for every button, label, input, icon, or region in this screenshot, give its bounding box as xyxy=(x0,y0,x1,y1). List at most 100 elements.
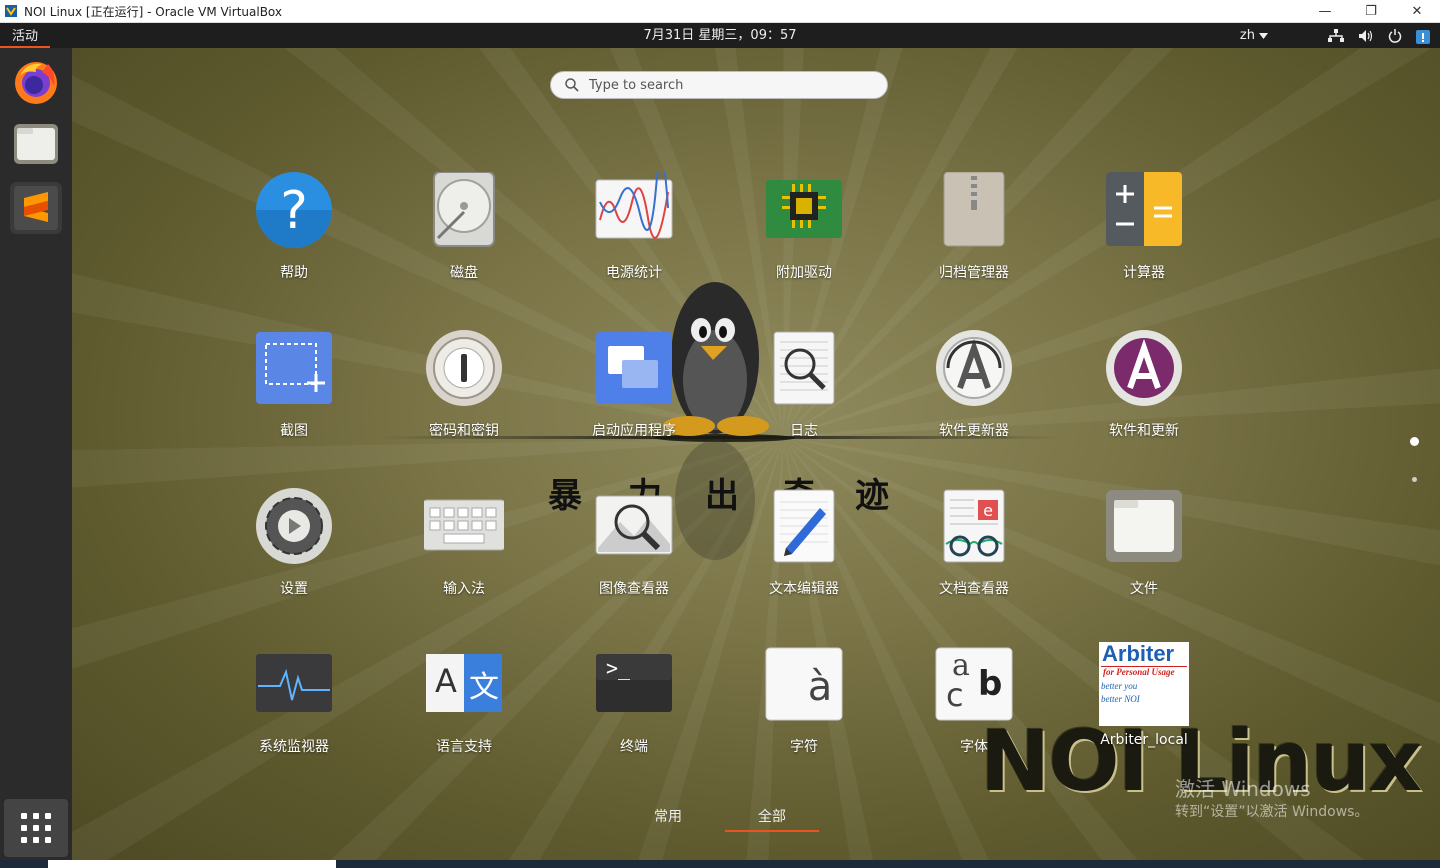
fonts-icon: a b c xyxy=(934,646,1014,726)
activities-button[interactable]: 活动 xyxy=(0,23,50,48)
app-label: 磁盘 xyxy=(450,265,478,281)
host-taskbar-strip xyxy=(0,860,1440,868)
app-system-monitor[interactable]: 系统监视器 xyxy=(214,646,374,756)
terminal-icon: >_ xyxy=(594,646,674,726)
minimize-button[interactable]: — xyxy=(1302,0,1348,23)
app-power-statistics[interactable]: 电源统计 xyxy=(554,157,714,282)
app-label: 字符 xyxy=(790,739,818,755)
restore-button[interactable]: ❐ xyxy=(1348,0,1394,23)
app-logs[interactable]: 日志 xyxy=(724,330,884,440)
app-label: 密码和密钥 xyxy=(429,423,499,439)
archive-manager-icon xyxy=(934,171,1014,252)
input-method-icon xyxy=(421,488,507,568)
search-input[interactable]: Type to search xyxy=(550,71,888,99)
app-arbiter-local[interactable]: Arbiter for Personal Usage better you be… xyxy=(1064,642,1224,748)
app-archive-manager[interactable]: 归档管理器 xyxy=(894,171,1054,282)
app-label: 日志 xyxy=(790,423,818,439)
app-input-method[interactable]: 输入法 xyxy=(384,488,544,598)
clock-label[interactable]: 7月31日 星期三，09：57 xyxy=(643,28,796,43)
tab-frequent-label: 常用 xyxy=(654,809,682,825)
app-terminal[interactable]: >_ 终端 xyxy=(554,646,714,756)
app-characters[interactable]: à 字符 xyxy=(724,646,884,756)
app-screenshot[interactable]: 截图 xyxy=(214,330,374,440)
app-software-updater[interactable]: 软件更新器 xyxy=(894,330,1054,440)
app-label: 截图 xyxy=(280,423,308,439)
app-language-support[interactable]: A 文 语言支持 xyxy=(384,646,544,756)
arbiter-logo-line2: better you xyxy=(1101,681,1138,691)
firefox-icon xyxy=(15,62,57,104)
app-label: 设置 xyxy=(280,581,308,597)
clock: 7月31日 星期三，09：57 xyxy=(0,23,1440,48)
software-updater-icon xyxy=(934,330,1014,410)
app-label: 字体 xyxy=(960,739,988,755)
arbiter-logo-line1: for Personal Usage xyxy=(1101,666,1187,677)
app-document-viewer[interactable]: e 文档查看器 xyxy=(894,488,1054,598)
image-viewer-icon xyxy=(594,488,674,568)
app-software-and-updates[interactable]: 软件和更新 xyxy=(1064,330,1224,440)
app-label: 归档管理器 xyxy=(939,265,1009,281)
system-monitor-icon xyxy=(254,646,334,726)
language-support-icon: A 文 xyxy=(424,646,504,726)
notification-icon[interactable] xyxy=(1416,28,1430,44)
close-button[interactable]: ✕ xyxy=(1394,0,1440,23)
tab-all[interactable]: 全部 xyxy=(725,806,819,832)
volume-icon[interactable] xyxy=(1358,29,1374,43)
activities-label: 活动 xyxy=(11,29,38,44)
language-glyph-right: 文 xyxy=(469,670,499,705)
arbiter-logo-line3: better NOI xyxy=(1101,694,1140,704)
chevron-down-icon xyxy=(1259,32,1268,39)
page-dot[interactable] xyxy=(1412,477,1417,482)
dock-item-firefox[interactable] xyxy=(10,56,62,108)
logs-icon xyxy=(764,330,844,410)
system-tray: zh xyxy=(1240,23,1430,48)
language-label: zh xyxy=(1239,28,1255,43)
app-text-editor[interactable]: 文本编辑器 xyxy=(724,488,884,598)
files-icon xyxy=(14,124,58,164)
app-label: 输入法 xyxy=(443,581,485,597)
app-label: 终端 xyxy=(620,739,648,755)
app-files[interactable]: 文件 xyxy=(1064,488,1224,598)
page-dot-active[interactable] xyxy=(1410,437,1419,446)
virtualbox-icon xyxy=(4,4,18,18)
show-applications-button[interactable] xyxy=(4,799,68,857)
disk-icon xyxy=(424,171,504,252)
app-disks[interactable]: 磁盘 xyxy=(384,171,544,282)
text-editor-icon xyxy=(764,488,844,568)
software-updates-icon xyxy=(1104,330,1184,410)
calculator-icon xyxy=(1104,172,1184,252)
app-label: 软件更新器 xyxy=(939,423,1009,439)
app-label: 电源统计 xyxy=(606,265,662,281)
help-icon: ? xyxy=(254,172,334,252)
app-image-viewer[interactable]: 图像查看器 xyxy=(554,488,714,598)
screenshot-icon xyxy=(254,330,334,410)
power-icon[interactable] xyxy=(1388,28,1402,43)
app-passwords-keys[interactable]: 密码和密钥 xyxy=(384,330,544,440)
network-icon[interactable] xyxy=(1328,28,1344,43)
app-label: 启动应用程序 xyxy=(592,423,676,439)
app-label: Arbiter_local xyxy=(1100,732,1188,748)
app-label: 附加驱动 xyxy=(776,265,832,281)
activation-subtitle: 转到“设置”以激活 Windows。 xyxy=(1175,804,1369,820)
app-startup-applications[interactable]: 启动应用程序 xyxy=(554,330,714,440)
characters-icon: à xyxy=(764,646,844,726)
arbiter-logo-title: Arbiter xyxy=(1102,641,1175,666)
svg-text:?: ? xyxy=(280,181,308,241)
language-indicator[interactable]: zh xyxy=(1240,28,1268,43)
tab-frequent[interactable]: 常用 xyxy=(640,806,696,826)
app-label: 文件 xyxy=(1130,581,1158,597)
dock-item-files[interactable] xyxy=(10,118,62,170)
app-settings[interactable]: 设置 xyxy=(214,488,374,598)
app-label: 语言支持 xyxy=(436,739,492,755)
search-placeholder: Type to search xyxy=(589,77,684,93)
document-viewer-icon: e xyxy=(934,488,1014,568)
app-fonts[interactable]: a b c 字体 xyxy=(894,646,1054,756)
dock-item-sublime-text[interactable] xyxy=(10,182,62,234)
app-calculator[interactable]: 计算器 xyxy=(1064,172,1224,282)
additional-drivers-icon xyxy=(764,172,844,252)
app-additional-drivers[interactable]: 附加驱动 xyxy=(724,172,884,282)
dock xyxy=(0,48,72,860)
activation-title: 激活 Windows xyxy=(1175,777,1311,801)
app-label: 帮助 xyxy=(280,265,308,281)
app-help[interactable]: ? 帮助 xyxy=(214,172,374,282)
font-glyph-b: b xyxy=(978,664,1003,704)
